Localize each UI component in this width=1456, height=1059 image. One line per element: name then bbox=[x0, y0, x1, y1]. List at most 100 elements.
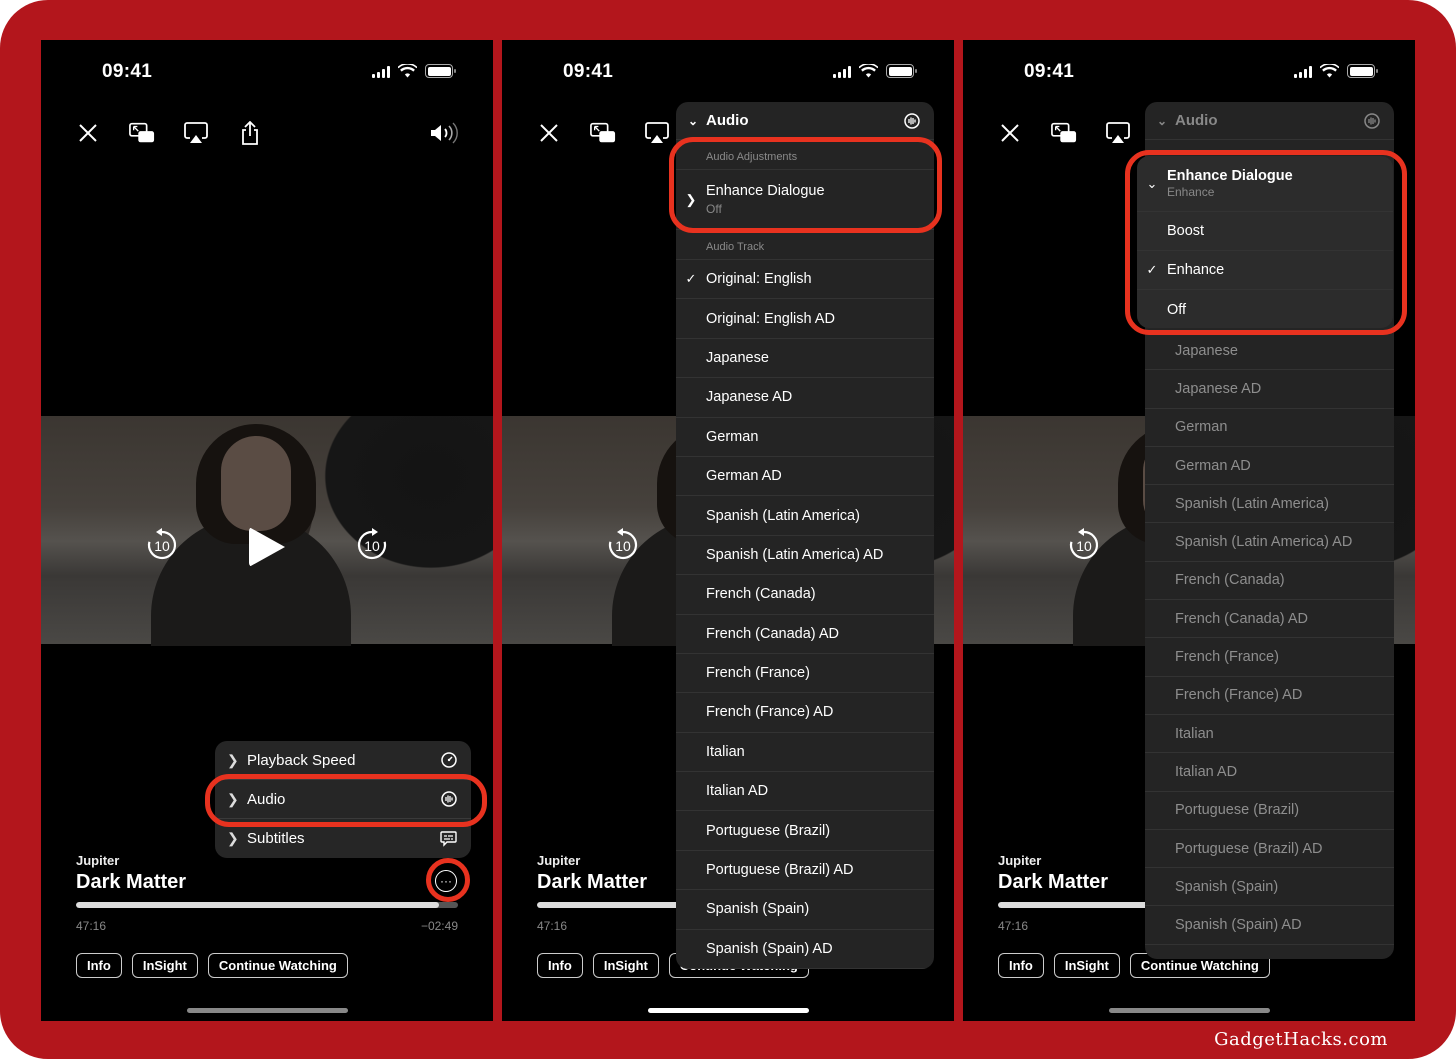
share-icon bbox=[242, 121, 258, 145]
volume-button[interactable] bbox=[429, 122, 459, 149]
audio-menu-header[interactable]: ⌄ Audio bbox=[676, 102, 934, 140]
audio-track-item[interactable]: Portuguese (Brazil) AD bbox=[1145, 830, 1394, 869]
status-time: 09:41 bbox=[563, 61, 614, 82]
enhance-dialogue-item[interactable]: ❯ Enhance Dialogue Off bbox=[676, 170, 934, 230]
audio-track-item[interactable]: Italian bbox=[1145, 715, 1394, 754]
player-top-controls bbox=[536, 120, 670, 146]
option-off[interactable]: Off bbox=[1137, 290, 1393, 329]
audio-menu-header[interactable]: ⌄ Audio bbox=[1145, 102, 1394, 140]
ellipsis-icon: ··· bbox=[440, 874, 452, 888]
audio-track-item[interactable]: Spanish (Spain) AD bbox=[676, 930, 934, 969]
audio-track-item[interactable]: Spanish (Latin America) AD bbox=[676, 536, 934, 576]
audio-track-item[interactable]: German AD bbox=[1145, 447, 1394, 486]
enhance-dialogue-submenu: ⌄ Enhance Dialogue Enhance Boost ✓ Enhan… bbox=[1137, 156, 1393, 328]
phone-screen-3: 09:41 10 Jupiter Dark Matter 47:16 Info … bbox=[963, 40, 1415, 1021]
chevron-down-icon: ⌄ bbox=[1157, 113, 1168, 128]
audio-track-item[interactable]: Spanish (Spain) bbox=[676, 890, 934, 930]
airplay-button[interactable] bbox=[1105, 120, 1131, 146]
audio-track-item[interactable]: Italian AD bbox=[1145, 753, 1394, 792]
play-button[interactable] bbox=[249, 527, 285, 567]
video-frame[interactable]: 10 10 bbox=[41, 416, 493, 646]
audio-track-label: German AD bbox=[1175, 457, 1251, 474]
audio-track-item[interactable]: Spanish (Latin America) bbox=[676, 496, 934, 536]
audio-track-label: Japanese bbox=[706, 349, 769, 366]
menu-item-subtitles[interactable]: ❯ Subtitles bbox=[215, 819, 471, 858]
close-button[interactable] bbox=[75, 120, 101, 146]
info-button[interactable]: Info bbox=[537, 953, 583, 978]
airplay-button[interactable] bbox=[183, 120, 209, 146]
audio-track-label: French (France) bbox=[706, 665, 810, 682]
cellular-signal-icon bbox=[833, 65, 851, 78]
status-time: 09:41 bbox=[1024, 61, 1075, 82]
caption-bubble-icon bbox=[440, 830, 457, 847]
picture-in-picture-button[interactable] bbox=[590, 120, 616, 146]
menu-item-playback-speed[interactable]: ❯ Playback Speed bbox=[215, 741, 471, 780]
home-indicator[interactable] bbox=[1109, 1008, 1270, 1013]
audio-track-item[interactable]: Italian bbox=[676, 733, 934, 773]
audio-track-label: Spanish (Latin America) AD bbox=[706, 546, 884, 563]
audio-track-label: Portuguese (Brazil) bbox=[706, 822, 831, 839]
audio-track-label: Italian bbox=[1175, 725, 1214, 742]
info-button[interactable]: Info bbox=[998, 953, 1044, 978]
audio-track-item[interactable]: French (France) bbox=[676, 654, 934, 694]
audio-track-item[interactable]: Spanish (Spain) AD bbox=[1145, 906, 1394, 945]
audio-track-item[interactable]: ✓ Original: English bbox=[676, 260, 934, 300]
audio-track-item[interactable]: Portuguese (Brazil) bbox=[1145, 792, 1394, 830]
audio-track-item[interactable]: German bbox=[676, 418, 934, 457]
status-time: 09:41 bbox=[102, 61, 153, 82]
option-enhance[interactable]: ✓ Enhance bbox=[1137, 251, 1393, 290]
insight-button[interactable]: InSight bbox=[592, 953, 659, 978]
audio-track-item[interactable]: German bbox=[1145, 409, 1394, 447]
menu-item-audio[interactable]: ❯ Audio bbox=[215, 780, 471, 819]
player-top-controls bbox=[997, 120, 1131, 146]
audio-track-item[interactable]: Portuguese (Brazil) AD bbox=[676, 851, 934, 891]
audio-track-item[interactable]: French (Canada) bbox=[1145, 562, 1394, 601]
audio-track-item[interactable]: Japanese bbox=[1145, 332, 1394, 371]
playback-progress-bar[interactable] bbox=[76, 902, 458, 908]
enhance-dialogue-header[interactable]: ⌄ Enhance Dialogue Enhance bbox=[1137, 156, 1393, 212]
skip-back-10-icon[interactable]: 10 bbox=[606, 528, 640, 562]
audio-track-item[interactable]: Italian AD bbox=[676, 772, 934, 812]
audio-track-item[interactable]: Spanish (Latin America) AD bbox=[1145, 523, 1394, 562]
close-button[interactable] bbox=[997, 120, 1023, 146]
info-button[interactable]: Info bbox=[76, 953, 122, 978]
skip-back-10-icon[interactable]: 10 bbox=[145, 528, 179, 562]
audio-track-item[interactable]: Japanese AD bbox=[1145, 370, 1394, 409]
audio-track-label: Italian bbox=[706, 743, 745, 760]
insight-button[interactable]: InSight bbox=[1053, 953, 1120, 978]
close-icon bbox=[1001, 124, 1019, 142]
audio-track-item[interactable]: Japanese AD bbox=[676, 378, 934, 418]
continue-watching-button[interactable]: Continue Watching bbox=[207, 953, 348, 978]
audio-track-item[interactable]: French (France) AD bbox=[1145, 677, 1394, 715]
picture-in-picture-button[interactable] bbox=[129, 120, 155, 146]
close-button[interactable] bbox=[536, 120, 562, 146]
wifi-icon bbox=[859, 64, 878, 78]
wifi-icon bbox=[1320, 64, 1339, 78]
audio-track-label: French (Canada) AD bbox=[706, 625, 839, 642]
audio-menu-title: Audio bbox=[706, 112, 749, 129]
audio-track-item[interactable]: German AD bbox=[676, 457, 934, 497]
skip-back-10-icon[interactable]: 10 bbox=[1067, 528, 1101, 562]
audio-track-item[interactable]: Japanese bbox=[676, 339, 934, 379]
share-button[interactable] bbox=[237, 120, 263, 146]
skip-forward-10-icon[interactable]: 10 bbox=[355, 528, 389, 562]
audio-track-item[interactable]: Spanish (Latin America) bbox=[1145, 485, 1394, 524]
audio-track-item[interactable]: French (France) bbox=[1145, 638, 1394, 677]
home-indicator[interactable] bbox=[187, 1008, 348, 1013]
action-buttons: Info InSight Continue Watching bbox=[76, 953, 348, 978]
audio-track-item[interactable]: Portuguese (Brazil) bbox=[676, 811, 934, 851]
option-boost[interactable]: Boost bbox=[1137, 212, 1393, 251]
audio-track-item[interactable]: French (France) AD bbox=[676, 693, 934, 733]
audio-track-item[interactable]: French (Canada) AD bbox=[676, 615, 934, 654]
audio-track-item[interactable]: Spanish (Spain) bbox=[1145, 868, 1394, 907]
audio-track-item[interactable]: French (Canada) bbox=[676, 575, 934, 615]
audio-track-label: French (Canada) AD bbox=[1175, 610, 1308, 627]
audio-track-item[interactable]: Original: English AD bbox=[676, 299, 934, 339]
more-options-button[interactable]: ··· bbox=[435, 870, 457, 892]
picture-in-picture-button[interactable] bbox=[1051, 120, 1077, 146]
airplay-button[interactable] bbox=[644, 120, 670, 146]
audio-track-item[interactable]: French (Canada) AD bbox=[1145, 600, 1394, 639]
insight-button[interactable]: InSight bbox=[131, 953, 198, 978]
audio-track-label: German AD bbox=[706, 468, 782, 485]
home-indicator[interactable] bbox=[648, 1008, 809, 1013]
